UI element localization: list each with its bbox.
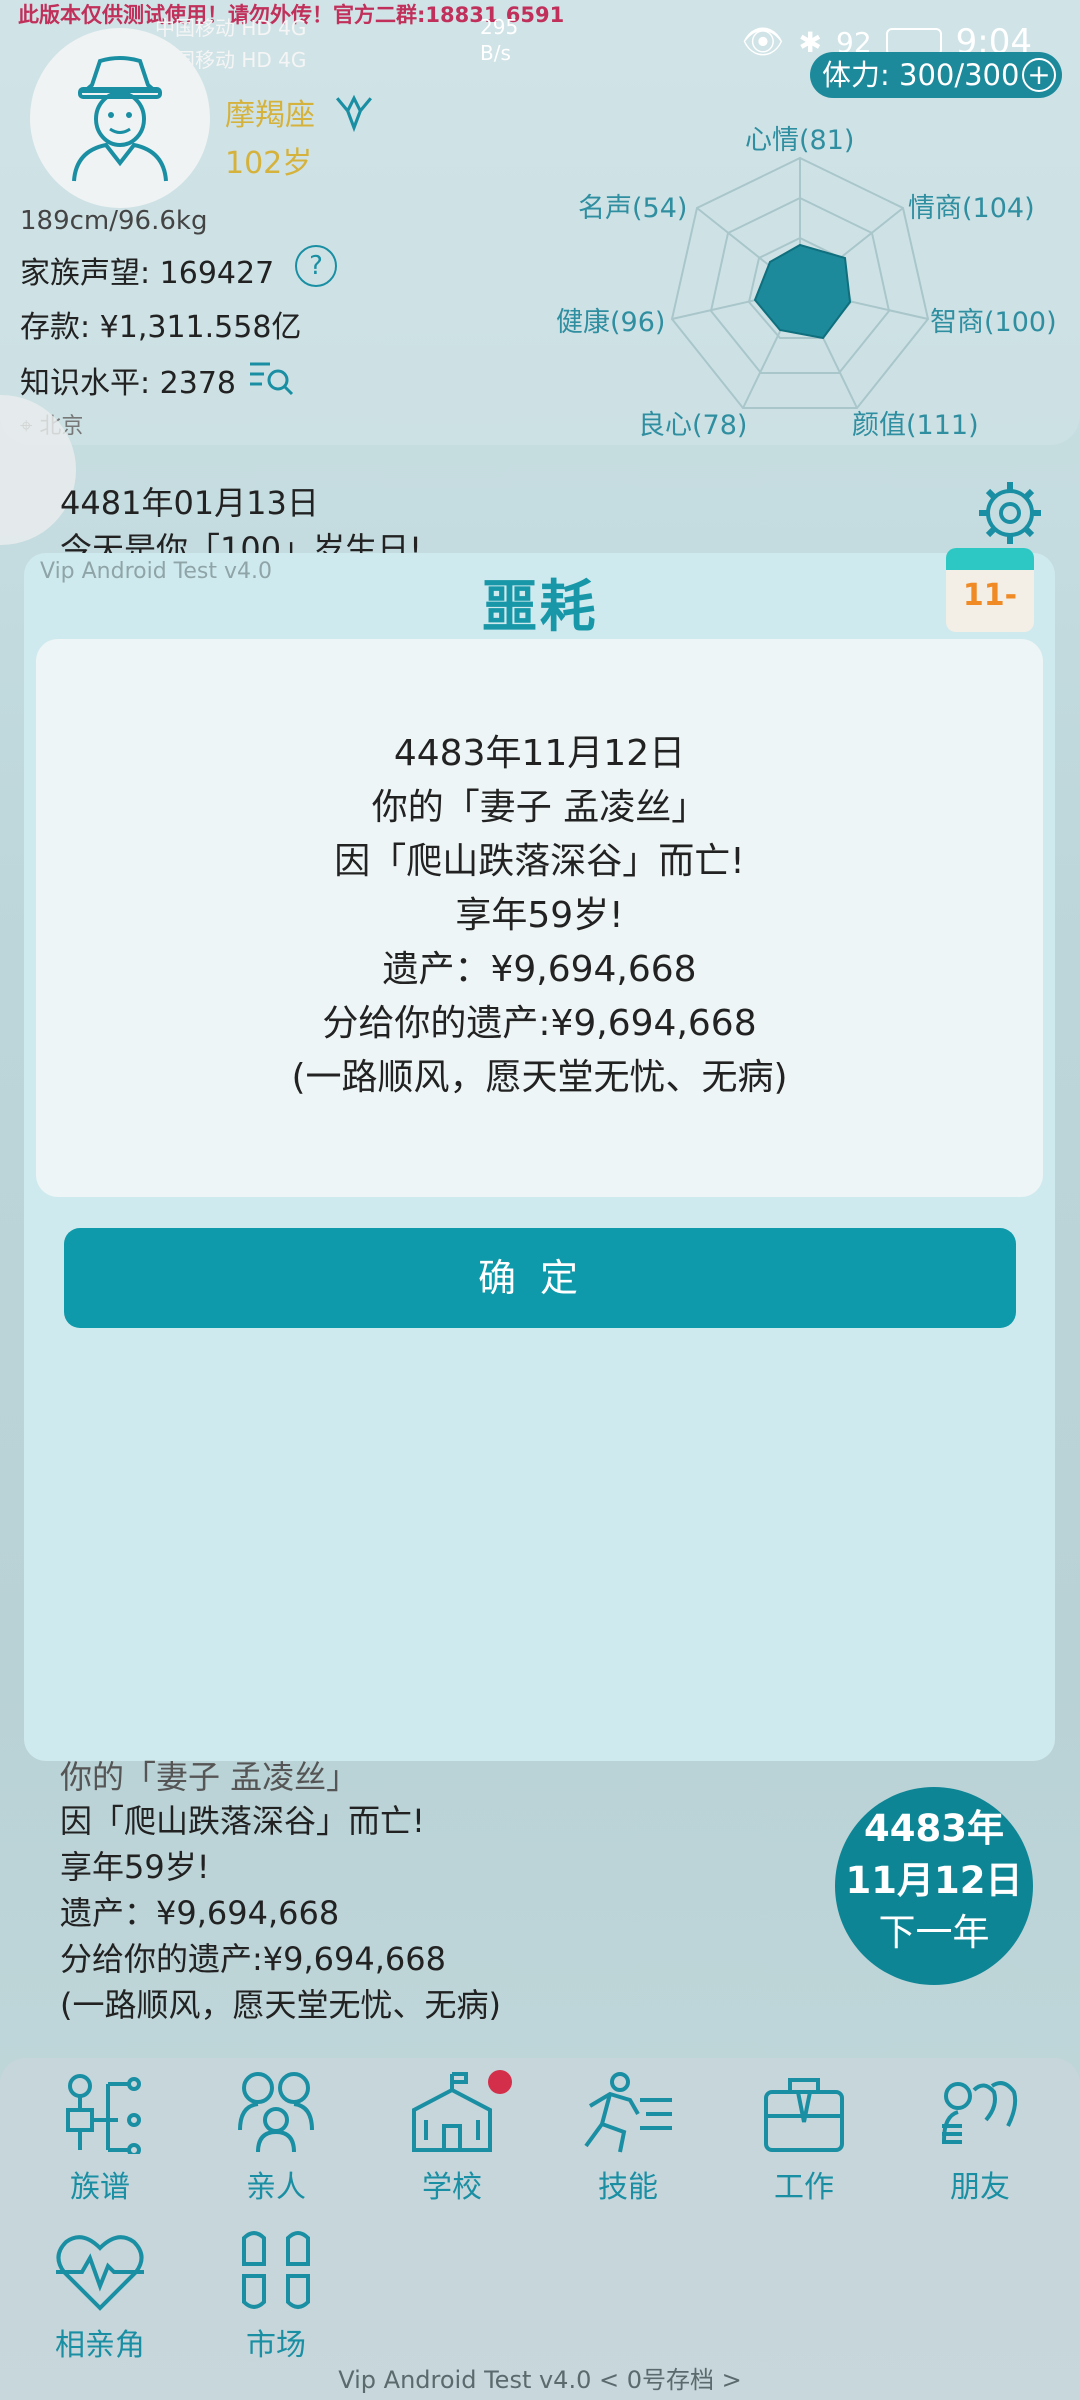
message-line: 因「爬山跌落深谷」而亡!	[334, 841, 745, 882]
radar-health: 健康(96)	[556, 307, 666, 338]
log-line: 你的「妻子 孟凌丝」	[60, 1758, 359, 1796]
calendar-date: 11-12	[962, 578, 1018, 632]
nav-label: 朋友	[950, 2170, 1010, 2205]
nav-label: 市场	[246, 2328, 306, 2363]
nav-label: 亲人	[246, 2170, 306, 2205]
search-list-icon[interactable]	[248, 358, 294, 400]
notification-dot	[488, 2070, 512, 2094]
log-line: 分给你的遗产:¥9,694,668	[60, 1940, 447, 1978]
nav-skills[interactable]: 技能	[558, 2070, 698, 2206]
briefcase-icon	[764, 2078, 844, 2152]
nav-dating[interactable]: 相亲角	[30, 2228, 170, 2364]
family-prestige: 家族声望: 169427	[20, 256, 275, 291]
message-line: 享年59岁!	[455, 895, 624, 936]
nav-school[interactable]: 学校	[382, 2070, 522, 2206]
zodiac-sign: 摩羯座	[225, 98, 315, 133]
log-line: (一路顺风，愿天堂无忧、无病)	[60, 1986, 501, 2024]
next-year-date: 11月12日	[845, 1859, 1023, 1902]
nav-label: 技能	[598, 2170, 658, 2205]
next-year-year: 4483年	[864, 1807, 1004, 1850]
capricorn-icon	[333, 92, 375, 138]
eye-icon: 👁	[741, 22, 785, 62]
message-line: 4483年11月12日	[393, 733, 686, 774]
bluetooth-icon: ✱	[798, 25, 822, 59]
dialog-message: 4483年11月12日 你的「妻子 孟凌丝」 因「爬山跌落深谷」而亡! 享年59…	[36, 639, 1043, 1197]
carrier-1: 中国移动 HD 4G	[155, 16, 307, 40]
confirm-button[interactable]: 确定	[64, 1228, 1016, 1328]
message-line: 分给你的遗产:¥9,694,668	[322, 1003, 757, 1044]
dialog-title: 噩耗	[481, 575, 598, 640]
knowledge-level: 知识水平: 2378	[20, 366, 236, 401]
next-year-label: 下一年	[878, 1911, 990, 1954]
message-line: (一路顺风，愿天堂无忧、无病)	[291, 1057, 788, 1098]
stamina-text: 体力: 300/300	[822, 58, 1020, 92]
school-icon	[412, 2072, 492, 2152]
nav-genealogy[interactable]: 族谱	[30, 2070, 170, 2206]
next-year-button[interactable]: 4483年 11月12日 下一年	[835, 1787, 1033, 1985]
family-tree-icon	[66, 2074, 141, 2154]
nav-label: 工作	[774, 2170, 834, 2205]
man-with-hat-icon	[72, 56, 168, 182]
footer-version: Vip Android Test v4.0 < 0号存档 >	[338, 2366, 742, 2394]
nav-label: 相亲角	[55, 2328, 145, 2363]
nav-work[interactable]: 工作	[734, 2070, 874, 2206]
savings: 存款: ¥1,311.558亿	[20, 310, 302, 345]
message-line: 遗产：¥9,694,668	[382, 949, 697, 990]
family-icon	[238, 2072, 314, 2153]
stamina-badge: 体力: 300/300 +	[810, 52, 1062, 98]
settings-gear-icon[interactable]	[975, 478, 1045, 552]
help-icon[interactable]: ?	[295, 245, 337, 287]
log-line: 遗产：¥9,694,668	[60, 1894, 340, 1932]
radar-looks: 颜值(111)	[852, 410, 979, 441]
radar-conscience: 良心(78)	[638, 410, 748, 441]
bottom-nav: 族谱 亲人 学校 技能 工作 朋友 相亲角 市场	[0, 2058, 1080, 2400]
log-line: 享年59岁!	[60, 1848, 210, 1886]
calendar-icon[interactable]: 11-12	[946, 548, 1034, 632]
nav-label: 族谱	[70, 2170, 130, 2205]
nav-label: 学校	[422, 2170, 482, 2205]
death-notice-dialog: Vip Android Test v4.0 噩耗 4483年11月12日 你的「…	[24, 553, 1055, 1761]
nav-market[interactable]: 市场	[206, 2228, 346, 2364]
radar-iq: 智商(100)	[930, 307, 1057, 338]
attribute-radar	[670, 156, 930, 409]
radar-fame: 名声(54)	[578, 193, 688, 224]
add-stamina-icon[interactable]: +	[1022, 58, 1056, 92]
friends-icon	[942, 2081, 1018, 2144]
heartbeat-icon	[56, 2235, 144, 2311]
log-line: 因「爬山跌落深谷」而亡!	[60, 1802, 425, 1840]
net-speed: 295 B/s	[480, 15, 519, 65]
body-stats: 189cm/96.6kg	[20, 206, 208, 236]
message-line: 你的「妻子 孟凌丝」	[371, 787, 708, 828]
radar-eq: 情商(104)	[908, 193, 1035, 224]
nav-relatives[interactable]: 亲人	[206, 2070, 346, 2206]
radar-mood: 心情(81)	[745, 125, 855, 156]
log-date: 4481年01月13日	[60, 484, 319, 522]
running-man-icon	[584, 2072, 672, 2153]
age: 102岁	[225, 146, 313, 181]
nav-friends[interactable]: 朋友	[910, 2070, 1050, 2206]
market-icon	[242, 2231, 310, 2309]
avatar[interactable]	[30, 28, 210, 208]
